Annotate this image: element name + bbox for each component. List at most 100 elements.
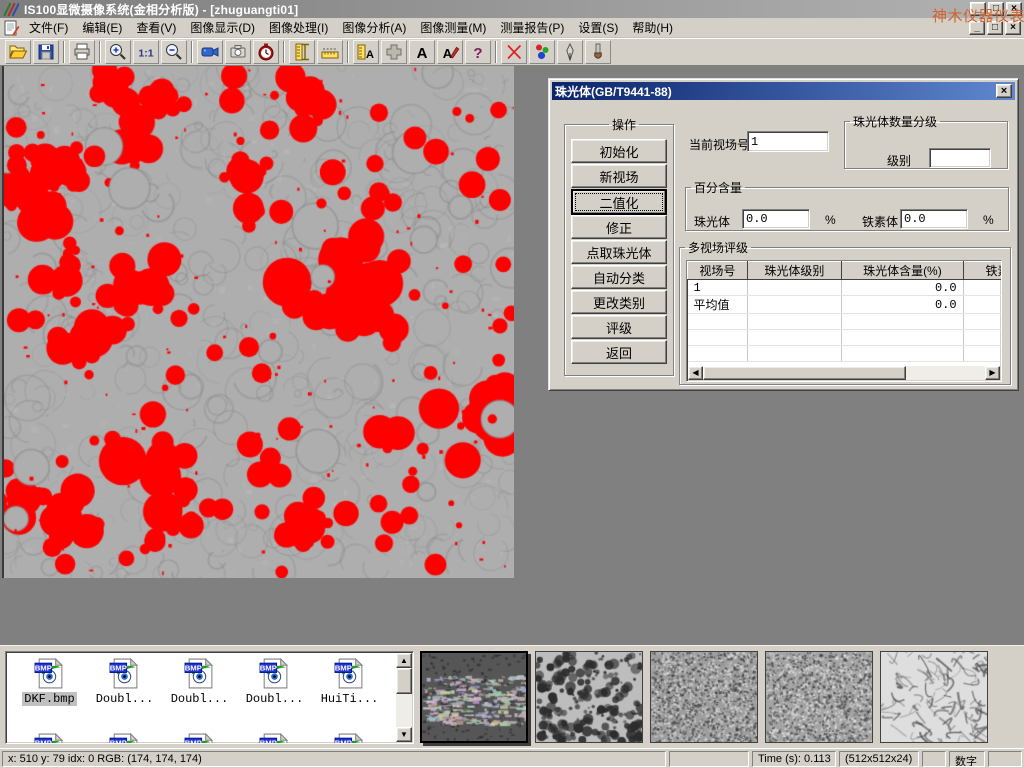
minimize-button[interactable]: _ bbox=[970, 2, 986, 16]
op-button-2[interactable]: 二值化 bbox=[571, 189, 667, 215]
menu-item-8[interactable]: 设置(S) bbox=[571, 17, 625, 38]
video-camera-button[interactable] bbox=[197, 40, 223, 64]
op-button-0[interactable]: 初始化 bbox=[571, 139, 667, 163]
hscroll-track[interactable] bbox=[703, 366, 985, 380]
thumbnail-3[interactable] bbox=[650, 651, 758, 743]
color-dots-button[interactable] bbox=[529, 40, 555, 64]
vscroll-track[interactable] bbox=[396, 694, 412, 727]
menu-item-1[interactable]: 编辑(E) bbox=[75, 17, 129, 38]
grid-cross-button[interactable] bbox=[381, 40, 407, 64]
table-header-cell[interactable]: 珠光体级别 bbox=[747, 262, 842, 280]
print-button[interactable] bbox=[69, 40, 95, 64]
caliper-button[interactable] bbox=[289, 40, 315, 64]
table-cell bbox=[747, 314, 842, 330]
child-close-button[interactable]: × bbox=[1005, 21, 1021, 35]
current-field-input[interactable] bbox=[747, 131, 829, 152]
menu-item-2[interactable]: 查看(V) bbox=[129, 17, 183, 38]
zoom-in-button[interactable] bbox=[105, 40, 131, 64]
pen-button[interactable] bbox=[557, 40, 583, 64]
table-row[interactable] bbox=[688, 314, 1003, 330]
measure-text-button[interactable]: A bbox=[353, 40, 379, 64]
file-item-partial[interactable]: BMP bbox=[312, 732, 387, 744]
file-browser-scrollbar[interactable]: ▲ ▼ bbox=[396, 653, 412, 742]
menu-item-4[interactable]: 图像处理(I) bbox=[262, 17, 335, 38]
menu-item-0[interactable]: 文件(F) bbox=[22, 17, 75, 38]
op-button-3[interactable]: 修正 bbox=[571, 215, 667, 239]
file-item-1[interactable]: BMPDoubl... bbox=[87, 657, 162, 706]
menu-item-5[interactable]: 图像分析(A) bbox=[335, 17, 413, 38]
scroll-right-button[interactable]: ▶ bbox=[985, 366, 1000, 380]
zoom-in-icon bbox=[108, 42, 128, 62]
op-button-1[interactable]: 新视场 bbox=[571, 164, 667, 188]
child-restore-button[interactable]: □ bbox=[987, 21, 1003, 35]
save-button[interactable] bbox=[33, 40, 59, 64]
help-icon: ? bbox=[468, 42, 488, 62]
brush-button[interactable] bbox=[585, 40, 611, 64]
timer-button[interactable] bbox=[253, 40, 279, 64]
zoom-out-button[interactable] bbox=[161, 40, 187, 64]
dialog-close-button[interactable]: × bbox=[996, 84, 1012, 98]
restore-button[interactable]: □ bbox=[988, 2, 1004, 16]
ruler-button[interactable] bbox=[317, 40, 343, 64]
scroll-up-button[interactable]: ▲ bbox=[396, 653, 412, 668]
toolbar: 1:1AAA? bbox=[0, 38, 1024, 66]
op-button-4[interactable]: 点取珠光体 bbox=[571, 240, 667, 264]
table-header-cell[interactable]: 视场号 bbox=[688, 262, 748, 280]
op-button-6[interactable]: 更改类别 bbox=[571, 290, 667, 314]
bmp-file-icon: BMP bbox=[108, 657, 141, 690]
level-input[interactable] bbox=[929, 148, 991, 168]
zoom-out-icon bbox=[164, 42, 184, 62]
menu-item-7[interactable]: 测量报告(P) bbox=[493, 17, 571, 38]
menu-bar: 文件(F)编辑(E)查看(V)图像显示(D)图像处理(I)图像分析(A)图像测量… bbox=[0, 18, 1024, 38]
table-cell bbox=[842, 330, 963, 346]
thumbnail-2[interactable] bbox=[535, 651, 643, 743]
thumbnail-1[interactable] bbox=[420, 651, 528, 743]
text-button[interactable]: A bbox=[409, 40, 435, 64]
multi-field-legend: 多视场评级 bbox=[685, 239, 751, 256]
curve-tool-button[interactable] bbox=[501, 40, 527, 64]
thumbnail-4[interactable] bbox=[765, 651, 873, 743]
file-item-2[interactable]: BMPDoubl... bbox=[162, 657, 237, 706]
file-item-partial[interactable]: BMP bbox=[12, 732, 87, 744]
help-button[interactable]: ? bbox=[465, 40, 491, 64]
actual-size-button[interactable]: 1:1 bbox=[133, 40, 159, 64]
photo-camera-icon bbox=[228, 42, 248, 62]
open-button[interactable] bbox=[5, 40, 31, 64]
metallographic-image[interactable] bbox=[2, 66, 514, 578]
photo-camera-button[interactable] bbox=[225, 40, 251, 64]
table-row[interactable]: 平均值 0.0 bbox=[688, 296, 1003, 314]
actual-size-icon: 1:1 bbox=[136, 42, 156, 62]
file-item-4[interactable]: BMPHuiTi... bbox=[312, 657, 387, 706]
status-bar: x: 510 y: 79 idx: 0 RGB: (174, 174, 174)… bbox=[0, 748, 1024, 768]
menu-item-3[interactable]: 图像显示(D) bbox=[183, 17, 262, 38]
close-button[interactable]: × bbox=[1006, 2, 1022, 16]
table-row[interactable]: 1 0.0 bbox=[688, 280, 1003, 296]
ferrite-value-input[interactable] bbox=[900, 209, 968, 229]
scroll-down-button[interactable]: ▼ bbox=[396, 727, 412, 742]
svg-text:BMP: BMP bbox=[260, 738, 277, 744]
table-row[interactable] bbox=[688, 346, 1003, 362]
vscroll-thumb[interactable] bbox=[396, 668, 412, 694]
pearlite-value-input[interactable] bbox=[742, 209, 810, 229]
file-item-partial[interactable]: BMP bbox=[162, 732, 237, 744]
svg-text:BMP: BMP bbox=[185, 663, 202, 672]
file-item-3[interactable]: BMPDoubl... bbox=[237, 657, 312, 706]
menu-item-9[interactable]: 帮助(H) bbox=[625, 17, 680, 38]
child-minimize-button[interactable]: _ bbox=[969, 21, 985, 35]
file-item-partial[interactable]: BMP bbox=[87, 732, 162, 744]
hscroll-thumb[interactable] bbox=[703, 366, 906, 380]
op-button-7[interactable]: 评级 bbox=[571, 315, 667, 339]
thumbnail-5[interactable] bbox=[880, 651, 988, 743]
op-button-8[interactable]: 返回 bbox=[571, 340, 667, 364]
table-header-cell[interactable]: 铁素体含量(%) bbox=[963, 262, 1002, 280]
file-item-partial[interactable]: BMP bbox=[237, 732, 312, 744]
table-row[interactable] bbox=[688, 330, 1003, 346]
op-button-5[interactable]: 自动分类 bbox=[571, 265, 667, 289]
text-edit-button[interactable]: A bbox=[437, 40, 463, 64]
table-header-cell[interactable]: 珠光体含量(%) bbox=[842, 262, 963, 280]
scroll-left-button[interactable]: ◀ bbox=[688, 366, 703, 380]
dialog-title-bar[interactable]: 珠光体(GB/T9441-88) × bbox=[552, 82, 1015, 100]
file-item-0[interactable]: BMPDKF.bmp bbox=[12, 657, 87, 706]
table-hscrollbar[interactable]: ◀ ▶ bbox=[688, 366, 1000, 380]
menu-item-6[interactable]: 图像测量(M) bbox=[413, 17, 493, 38]
